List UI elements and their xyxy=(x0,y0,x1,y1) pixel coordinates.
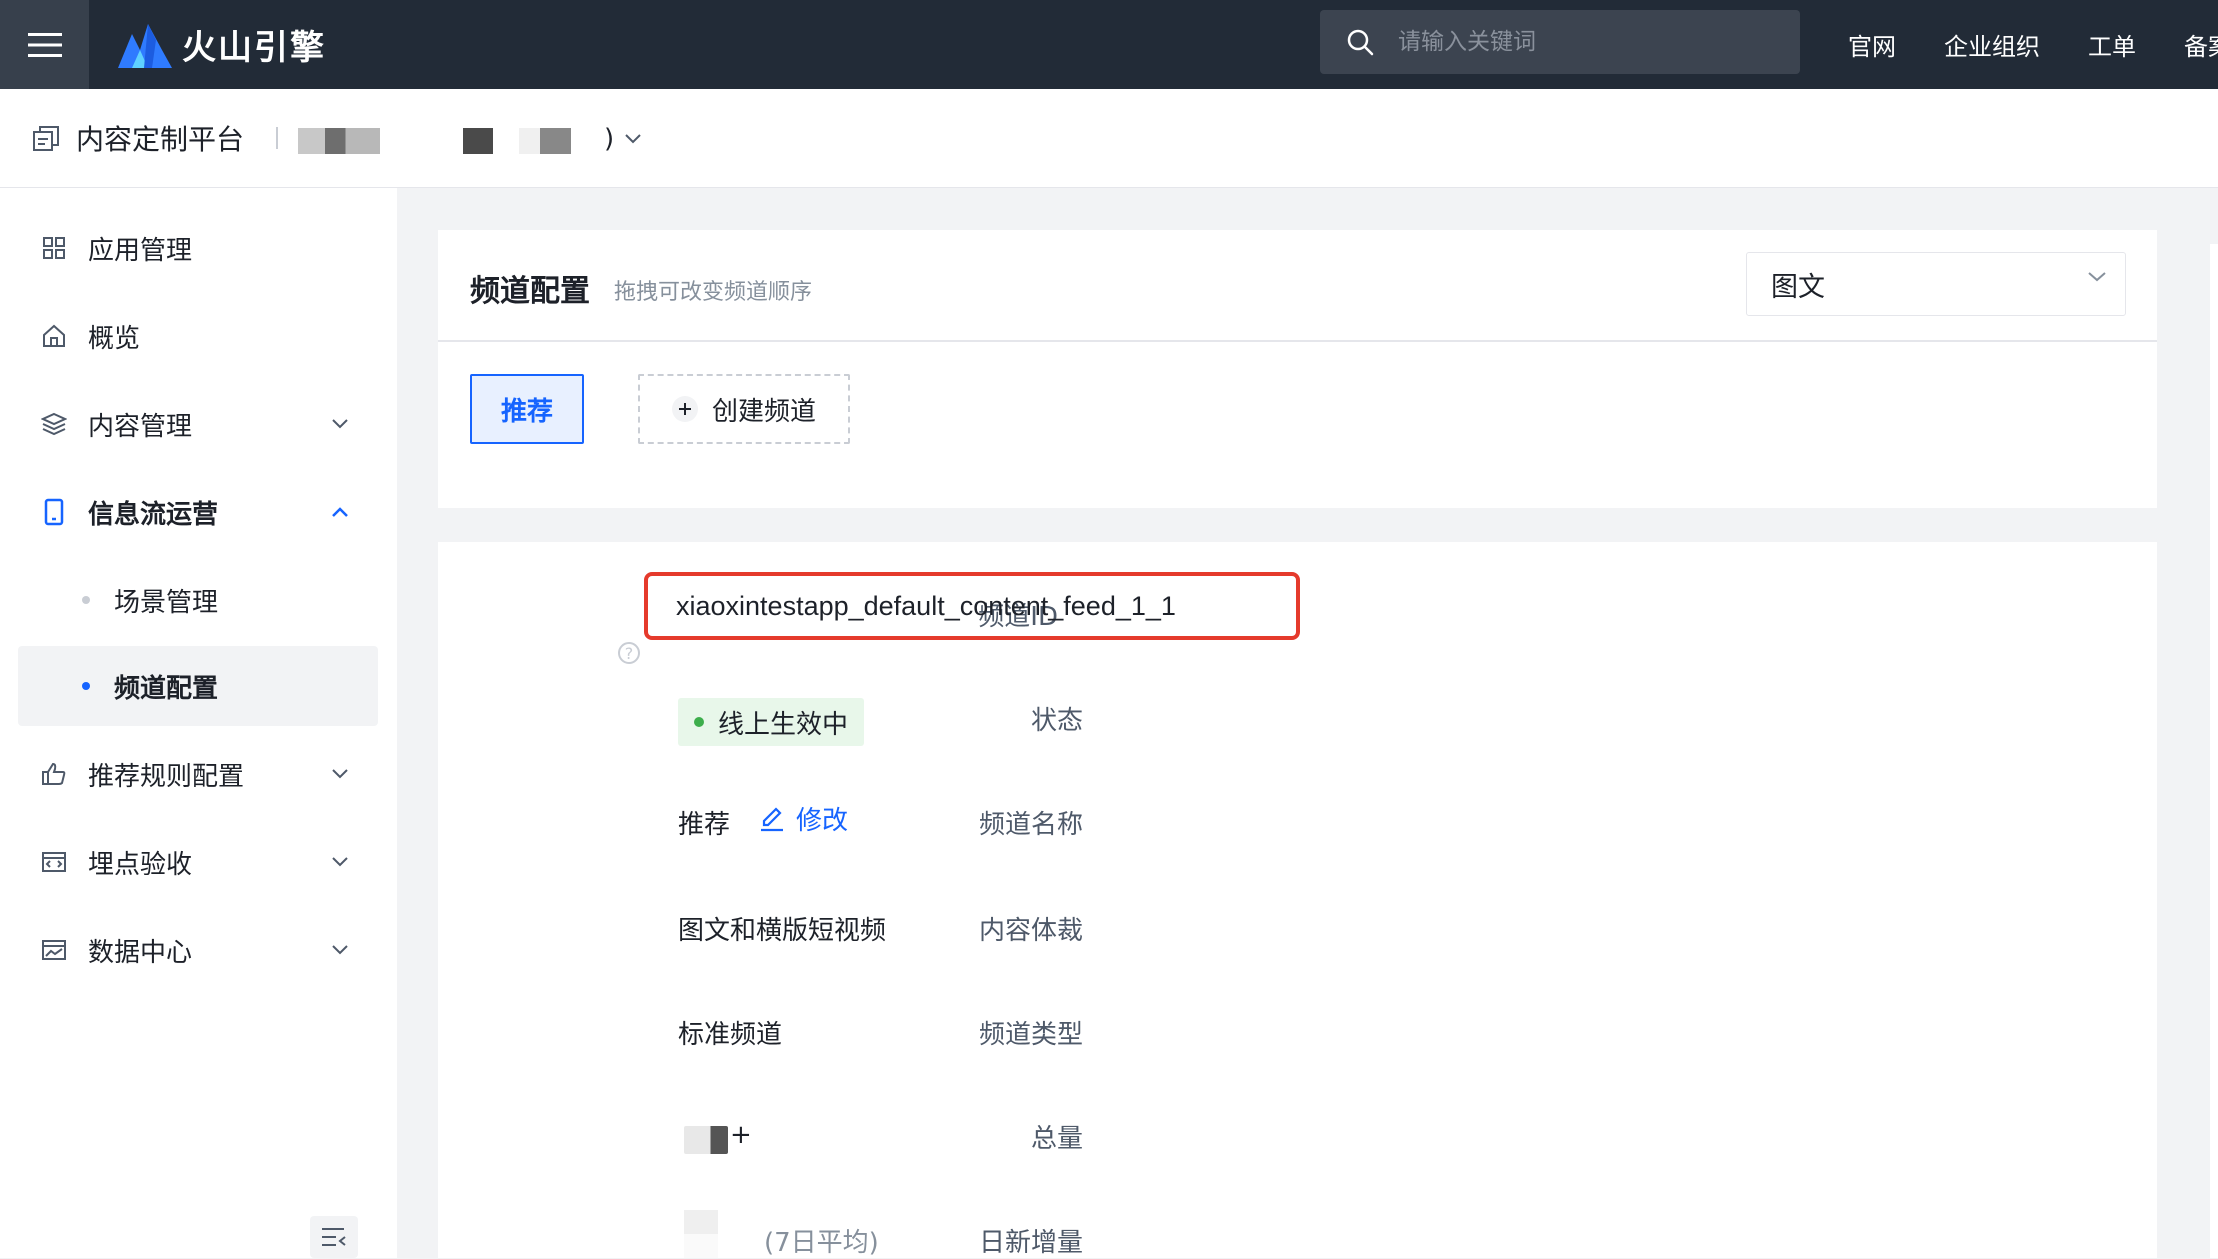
search-input[interactable] xyxy=(1396,28,1780,56)
field-label: 频道类型 xyxy=(978,1020,1083,1050)
create-channel-label: 创建频道 xyxy=(711,396,816,427)
channel-id-text: xiaoxintestapp_default_content_feed_1_1 xyxy=(676,590,1176,621)
top-nav-links: 官网 企业组织 工单 备案 xyxy=(1848,0,2218,89)
channel-tab-recommend[interactable]: 推荐 xyxy=(470,374,584,444)
account-suffix: ) xyxy=(604,124,615,154)
menu-toggle-button[interactable] xyxy=(0,0,89,89)
brand-logo[interactable]: 火山引擎 xyxy=(118,16,326,72)
field-label: 日新增量 xyxy=(978,1228,1083,1258)
field-label: 状态 xyxy=(1030,706,1083,736)
header-divider xyxy=(276,127,278,149)
channel-config-card: 频道配置 拖拽可改变频道顺序 图文 推荐 创建频道 xyxy=(438,230,2157,508)
top-navigation-bar: 火山引擎 官网 企业组织 工单 备案 xyxy=(0,0,2218,89)
chevron-down-icon xyxy=(625,134,641,144)
daily-avg-note: (7日平均) xyxy=(764,1228,879,1258)
sidebar-item-tracking-acceptance[interactable]: 埋点验收 xyxy=(0,822,397,902)
bullet-dot xyxy=(82,682,90,690)
platform-windows-icon xyxy=(33,126,59,151)
nav-link-ticket[interactable]: 工单 xyxy=(2088,27,2136,62)
sidebar-item-label: 应用管理 xyxy=(88,235,193,266)
field-label: 内容体裁 xyxy=(978,916,1083,946)
sidebar-item-label: 埋点验收 xyxy=(88,849,193,880)
sidebar-item-overview[interactable]: 概览 xyxy=(0,296,397,376)
field-label: 总量 xyxy=(1030,1124,1083,1154)
volcano-logo-icon xyxy=(118,24,172,68)
redacted-account-block xyxy=(463,128,493,154)
total-suffix: + xyxy=(730,1120,752,1150)
phone-icon xyxy=(40,498,68,526)
content-type-select[interactable]: 图文 xyxy=(1746,252,2126,316)
sidebar-item-label: 内容管理 xyxy=(88,411,193,442)
platform-switcher[interactable]: 内容定制平台 xyxy=(32,89,244,187)
sidebar-item-content-management[interactable]: 内容管理 xyxy=(0,384,397,464)
redacted-account-name xyxy=(298,128,380,154)
layers-icon xyxy=(40,410,68,438)
hamburger-icon xyxy=(27,32,62,57)
redacted-daily-value xyxy=(684,1210,718,1258)
chevron-down-icon xyxy=(326,848,354,876)
bullet-dot xyxy=(82,596,90,604)
content-form-value: 图文和横版短视频 xyxy=(678,916,887,946)
sidebar-item-app-management[interactable]: 应用管理 xyxy=(0,208,397,288)
sidebar: 应用管理 概览 内容管理 信息流运营 场景管理 频道配置 推荐规则配置 埋点验收… xyxy=(0,188,397,1258)
sidebar-item-recommend-rules[interactable]: 推荐规则配置 xyxy=(0,734,397,814)
chevron-down-icon xyxy=(326,760,354,788)
search-icon xyxy=(1344,26,1376,58)
edit-pencil-icon xyxy=(761,806,783,831)
nav-link-enterprise-org[interactable]: 企业组织 xyxy=(1944,27,2040,62)
nav-link-filing[interactable]: 备案 xyxy=(2184,27,2218,62)
plus-icon xyxy=(671,396,698,422)
chevron-down-icon xyxy=(2087,269,2107,288)
status-text: 线上生效中 xyxy=(718,709,849,740)
field-label: 频道名称 xyxy=(978,810,1083,840)
sidebar-item-label: 推荐规则配置 xyxy=(88,761,245,792)
channel-type-value: 标准频道 xyxy=(678,1020,783,1050)
platform-title: 内容定制平台 xyxy=(76,123,245,156)
channel-name-value: 推荐 xyxy=(678,810,731,840)
sidebar-item-label: 信息流运营 xyxy=(88,499,219,530)
edit-label: 修改 xyxy=(796,806,849,836)
sidebar-subitem-scene-management[interactable]: 场景管理 xyxy=(18,560,378,640)
card-header: 频道配置 拖拽可改变频道顺序 图文 xyxy=(438,230,2157,342)
account-selector[interactable]: ) xyxy=(604,124,642,154)
create-channel-button[interactable]: 创建频道 xyxy=(638,374,850,444)
redacted-total-value xyxy=(684,1126,728,1154)
select-value: 图文 xyxy=(1771,271,1825,303)
chart-window-icon xyxy=(40,936,68,964)
global-search[interactable] xyxy=(1320,10,1800,74)
chevron-up-icon xyxy=(326,498,354,526)
collapse-sidebar-button[interactable] xyxy=(310,1216,358,1258)
home-icon xyxy=(40,322,68,350)
status-dot-icon xyxy=(694,717,704,727)
sidebar-item-data-center[interactable]: 数据中心 xyxy=(0,910,397,990)
sidebar-item-label: 场景管理 xyxy=(114,587,219,618)
brand-name: 火山引擎 xyxy=(182,27,326,68)
chevron-down-icon xyxy=(326,410,354,438)
code-window-icon xyxy=(40,848,68,876)
card-title: 频道配置 xyxy=(470,274,590,309)
sidebar-item-label: 概览 xyxy=(88,323,141,354)
channel-id-value: xiaoxintestapp_default_content_feed_1_1 xyxy=(644,572,1300,640)
grid-icon xyxy=(40,234,68,262)
sidebar-item-label: 频道配置 xyxy=(114,673,219,704)
chevron-down-icon xyxy=(326,936,354,964)
channel-detail-card: 频道ID ? xiaoxintestapp_default_content_fe… xyxy=(438,542,2157,1258)
sidebar-item-feed-operations[interactable]: 信息流运营 xyxy=(0,472,397,552)
thumb-up-icon xyxy=(40,760,68,788)
card-subtitle: 拖拽可改变频道顺序 xyxy=(614,280,813,305)
status-badge: 线上生效中 xyxy=(678,698,865,746)
redacted-account-block xyxy=(519,128,571,154)
sidebar-subitem-channel-config[interactable]: 频道配置 xyxy=(18,646,378,726)
right-panel-edge xyxy=(2210,244,2218,1258)
sidebar-item-label: 数据中心 xyxy=(88,937,193,968)
nav-link-official-site[interactable]: 官网 xyxy=(1848,27,1896,62)
edit-channel-name-link[interactable]: 修改 xyxy=(758,800,848,837)
help-icon[interactable]: ? xyxy=(618,642,640,664)
collapse-menu-icon xyxy=(322,1228,346,1246)
